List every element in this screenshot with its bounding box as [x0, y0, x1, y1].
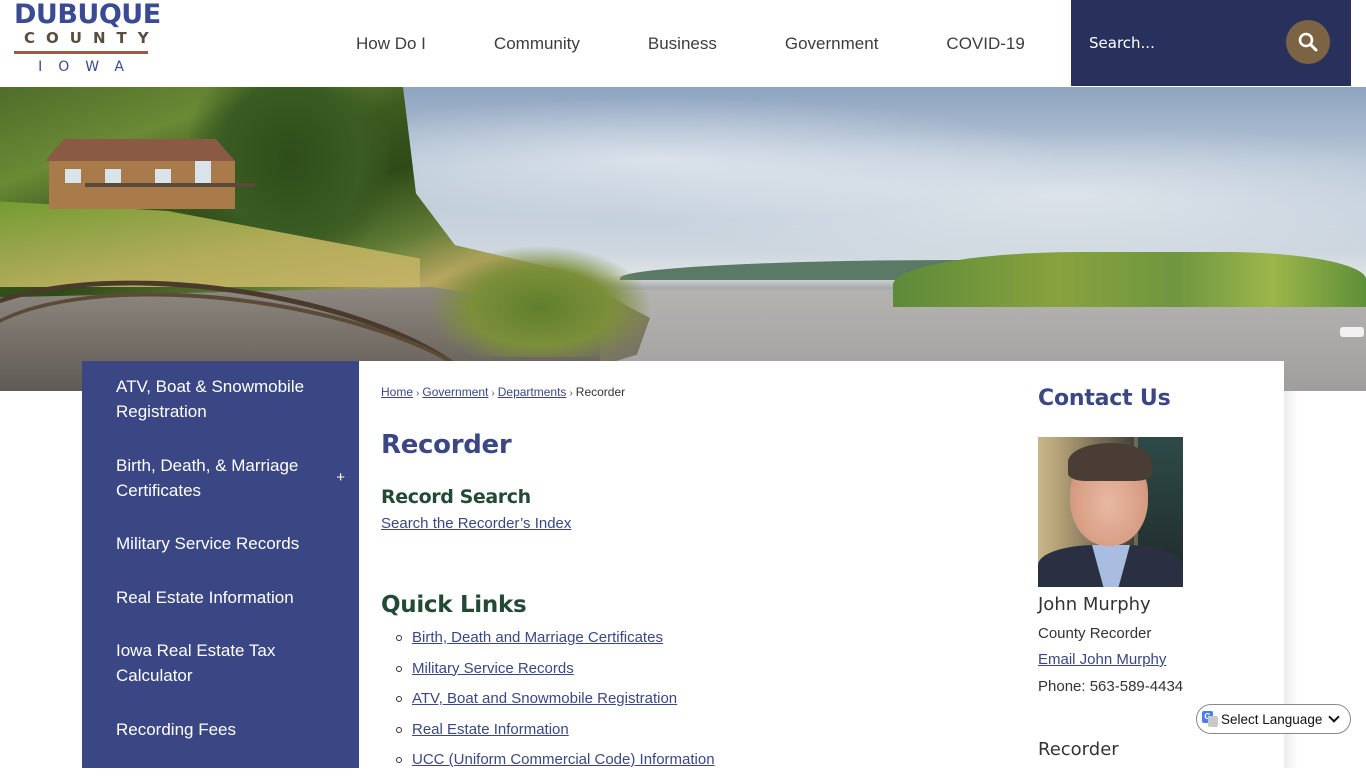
record-search-heading: Record Search — [381, 486, 531, 508]
contact-role: County Recorder — [1038, 625, 1152, 642]
quick-links-list: Birth, Death and Marriage Certificates M… — [396, 626, 715, 779]
breadcrumb-separator: › — [569, 388, 573, 399]
sidebar-item-label: Real Estate Information — [116, 588, 294, 607]
bullet-icon — [396, 635, 402, 641]
breadcrumb-current: Recorder — [575, 385, 626, 399]
language-select-label: Select Language — [1221, 711, 1323, 727]
nav-government[interactable]: Government — [751, 0, 913, 87]
quick-link-birth-death-marriage[interactable]: Birth, Death and Marriage Certificates — [412, 629, 663, 646]
logo-divider — [14, 51, 148, 54]
logo-line-iowa: IOWA — [38, 59, 140, 75]
search-panel — [1071, 0, 1351, 86]
site-header: DUBUQUE COUNTY IOWA How Do I Community B… — [0, 0, 1366, 87]
county-logo[interactable]: DUBUQUE COUNTY IOWA — [14, 0, 161, 80]
sidebar-item-real-estate[interactable]: Real Estate Information — [82, 585, 359, 610]
main-nav: How Do I Community Business Government C… — [322, 0, 1059, 87]
hero-boat — [1340, 327, 1364, 337]
search-input[interactable] — [1089, 28, 1279, 58]
list-item: ATV, Boat and Snowmobile Registration — [396, 687, 715, 718]
breadcrumb: Home › Government › Departments › Recorder — [381, 385, 625, 399]
recorder-photo — [1038, 437, 1183, 587]
sidebar-item-birth-death-marriage[interactable]: Birth, Death, & Marriage Certificates + — [82, 453, 359, 503]
sidebar-item-label: Birth, Death, & Marriage Certificates — [116, 456, 299, 500]
breadcrumb-separator: › — [416, 388, 420, 399]
chevron-down-icon — [1328, 711, 1340, 723]
department-sidebar: ATV, Boat & Snowmobile Registration Birt… — [82, 361, 359, 768]
sidebar-item-tax-calculator[interactable]: Iowa Real Estate Tax Calculator — [82, 638, 359, 688]
email-link[interactable]: Email John Murphy — [1038, 651, 1166, 668]
language-select[interactable]: G Select Language — [1196, 704, 1351, 734]
recorder-subheading: Recorder — [1038, 739, 1119, 760]
hero-bushes — [430, 247, 650, 357]
list-item: Military Service Records — [396, 657, 715, 688]
logo-line-county: COUNTY — [24, 29, 160, 47]
contact-us-heading: Contact Us — [1038, 386, 1171, 411]
logo-line-dubuque: DUBUQUE — [14, 0, 161, 30]
quick-link-real-estate[interactable]: Real Estate Information — [412, 721, 569, 738]
contact-phone: Phone: 563-589-4434 — [1038, 678, 1184, 695]
list-item: UCC (Uniform Commercial Code) Informatio… — [396, 748, 715, 779]
breadcrumb-departments[interactable]: Departments — [498, 385, 567, 399]
nav-how-do-i[interactable]: How Do I — [322, 0, 460, 87]
sidebar-item-label: Iowa Real Estate Tax Calculator — [116, 641, 276, 685]
expand-plus-icon[interactable]: + — [336, 468, 345, 488]
sidebar-item-label: ATV, Boat & Snowmobile Registration — [116, 377, 305, 421]
hero-sky — [360, 87, 1366, 267]
contact-name: John Murphy — [1038, 594, 1151, 615]
hero-house — [45, 139, 255, 214]
bullet-icon — [396, 757, 402, 763]
search-icon — [1298, 32, 1318, 52]
breadcrumb-home[interactable]: Home — [381, 385, 413, 399]
hero-tree-line — [893, 252, 1366, 307]
sidebar-item-recording-fees[interactable]: Recording Fees — [82, 717, 359, 742]
bullet-icon — [396, 665, 402, 672]
recorders-index-link[interactable]: Search the Recorder’s Index — [381, 515, 571, 532]
google-translate-icon: G — [1202, 711, 1218, 727]
sidebar-item-atv-boat-snowmobile[interactable]: ATV, Boat & Snowmobile Registration — [82, 374, 359, 424]
bullet-icon — [396, 726, 402, 733]
hero-banner-image — [0, 87, 1366, 391]
sidebar-item-label: Recording Fees — [116, 720, 237, 739]
breadcrumb-government[interactable]: Government — [422, 385, 488, 399]
nav-community[interactable]: Community — [460, 0, 614, 87]
quick-links-heading: Quick Links — [381, 592, 527, 618]
quick-link-ucc[interactable]: UCC (Uniform Commercial Code) Informatio… — [412, 751, 715, 768]
page-title: Recorder — [381, 430, 512, 460]
sidebar-item-label: Military Service Records — [116, 534, 300, 553]
search-button[interactable] — [1286, 20, 1330, 64]
sidebar-item-military-service[interactable]: Military Service Records — [82, 531, 359, 556]
breadcrumb-separator: › — [491, 388, 495, 399]
bullet-icon — [396, 696, 402, 702]
nav-covid-19[interactable]: COVID-19 — [912, 0, 1058, 87]
quick-link-atv-boat-snowmobile[interactable]: ATV, Boat and Snowmobile Registration — [412, 690, 677, 707]
list-item: Real Estate Information — [396, 718, 715, 749]
list-item: Birth, Death and Marriage Certificates — [396, 626, 715, 657]
quick-link-military-service[interactable]: Military Service Records — [412, 660, 574, 677]
nav-business[interactable]: Business — [614, 0, 751, 87]
